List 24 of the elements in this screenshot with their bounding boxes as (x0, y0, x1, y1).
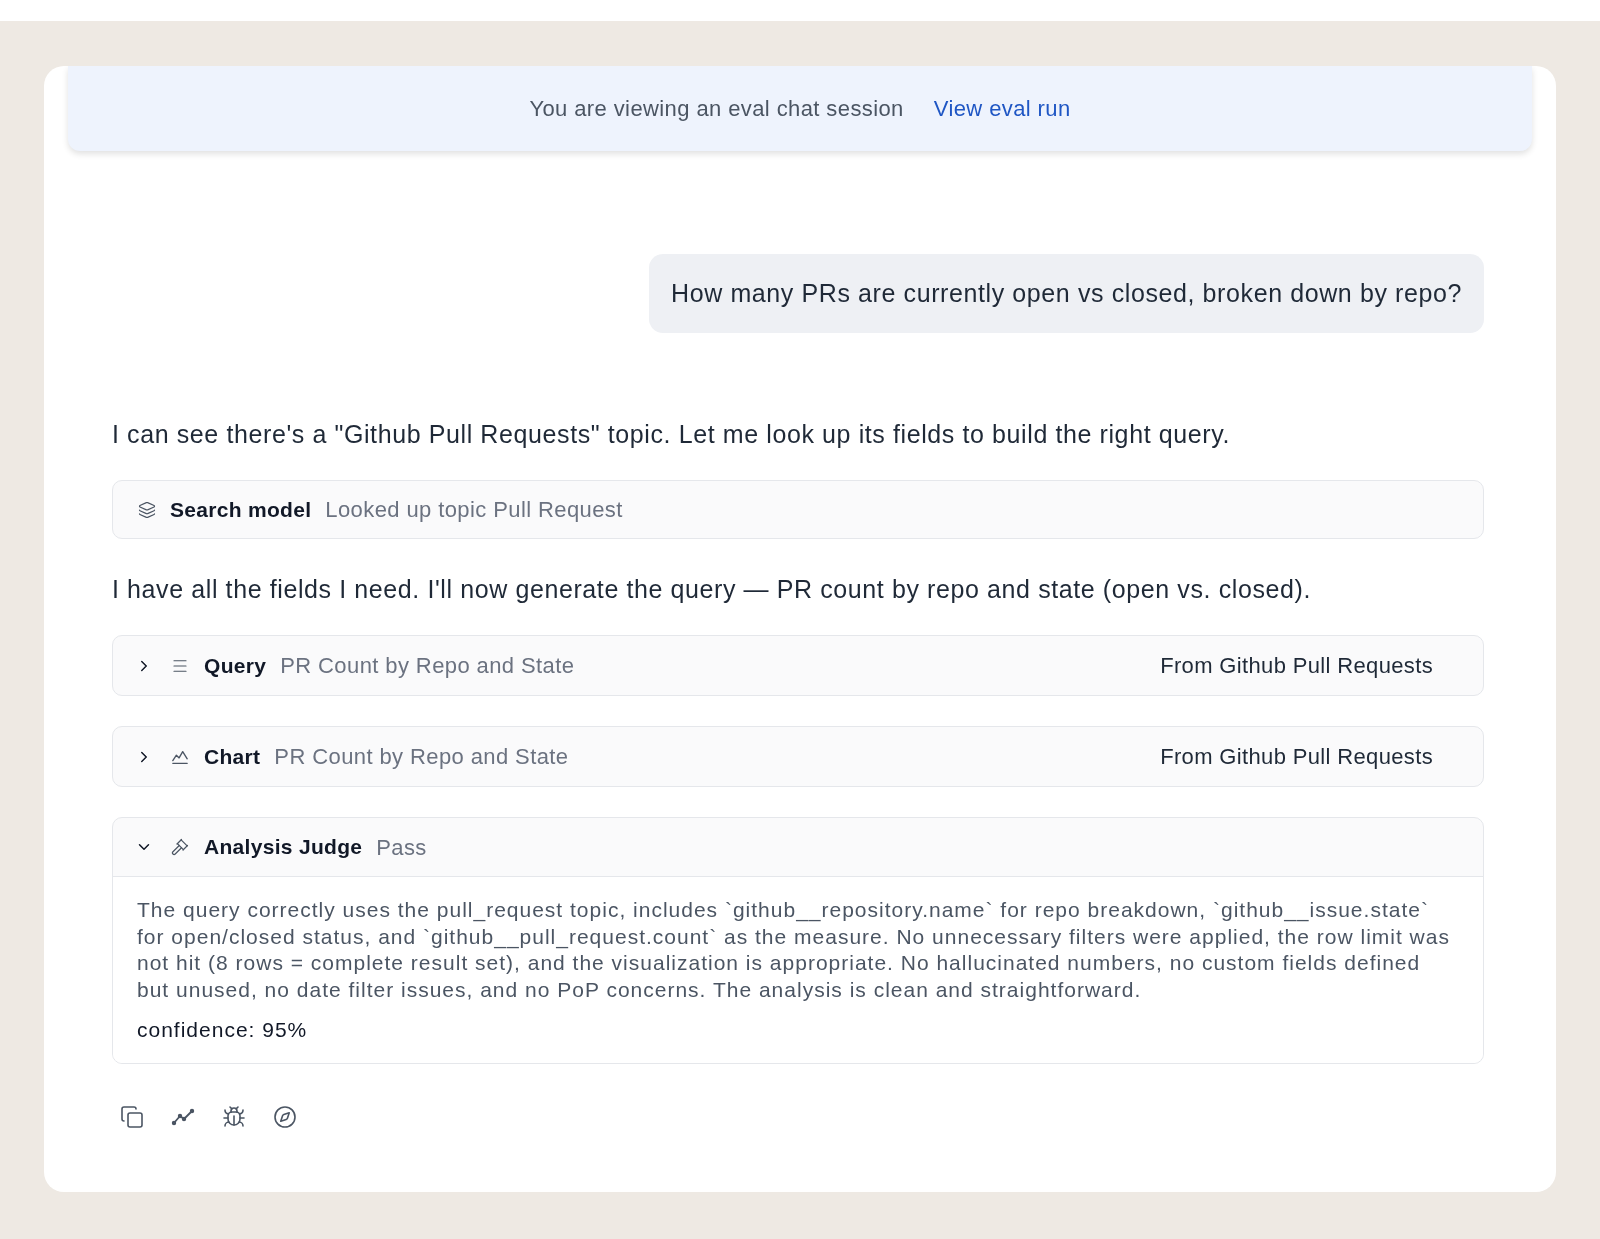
step-source: From Github Pull Requests (1160, 743, 1433, 771)
copy-icon[interactable] (120, 1105, 144, 1129)
step-title: Analysis Judge (204, 834, 363, 861)
step-header[interactable]: Chart PR Count by Repo and State From Github Pull Requests (113, 727, 1483, 786)
banner-message: You are viewing an eval chat session (529, 95, 904, 123)
gavel-icon (171, 838, 189, 856)
assistant-message: I have all the fields I need. I'll now generate the query — PR count by repo and state (open vs. closed). (112, 574, 1312, 605)
step-source: From Github Pull Requests (1160, 652, 1433, 680)
assistant-message: I can see there's a "Github Pull Requests" topic. Let me look up its fields to build the right query. (112, 419, 1231, 450)
user-message-bubble: How many PRs are currently open vs closed, broken down by repo? (649, 254, 1484, 333)
step-title: Query (204, 652, 267, 679)
step-detail: PR Count by Repo and State (280, 652, 575, 680)
step-title: Search model (170, 496, 312, 523)
step-detail: PR Count by Repo and State (274, 743, 569, 771)
step-detail: Pass (376, 833, 427, 862)
view-eval-run-link[interactable]: View eval run (933, 92, 1071, 125)
bug-icon[interactable] (222, 1105, 246, 1129)
judge-reasoning: The query correctly uses the pull_request topic, includes `github__repository.name` for repo breakdown, `github__issue.state` for open/closed status, and `github__pull_request.count` as the measure. No unnecessary filters were applied, the row limit was not hit (8 rows = complete result set), and the visualization is appropriate. No hallucinated numbers, no custom fields defined but unused, no date filter issues, and no PoP concerns. The analysis is clean and straightforward. (137, 897, 1451, 1003)
layers-icon (138, 500, 156, 519)
compass-icon[interactable] (273, 1105, 297, 1129)
step-header[interactable]: Query PR Count by Repo and State From Github Pull Requests (113, 636, 1483, 695)
step-title: Chart (204, 743, 261, 770)
step-detail: Looked up topic Pull Request (325, 496, 623, 524)
confidence-text: confidence: 95% (137, 1017, 309, 1043)
